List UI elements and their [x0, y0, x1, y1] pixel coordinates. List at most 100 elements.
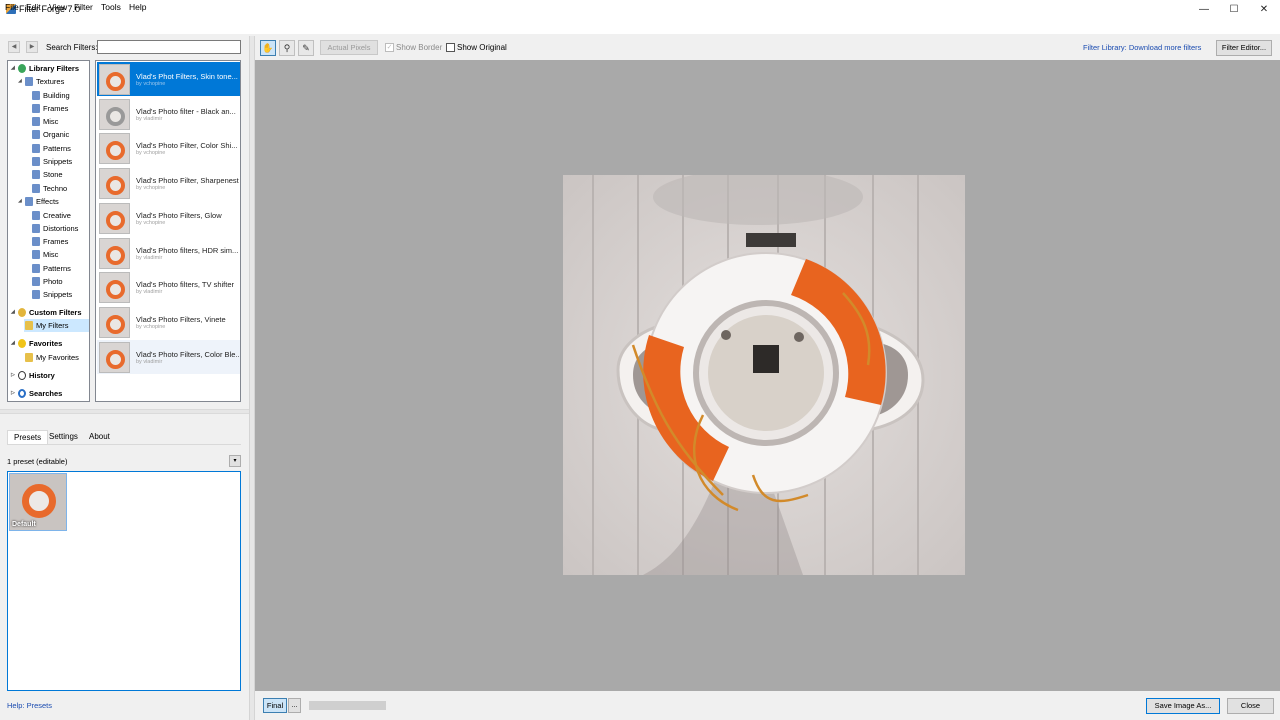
tab-about[interactable]: About: [83, 430, 116, 444]
filter-list-item[interactable]: Vlad's Photo Filter, Sharpenest by vchopi…: [97, 166, 240, 200]
tree-item[interactable]: Misc: [31, 115, 58, 128]
tree-favorites[interactable]: ◢ Favorites: [11, 337, 62, 350]
tree-item[interactable]: Techno: [31, 182, 67, 195]
minimize-button[interactable]: —: [1189, 0, 1219, 19]
search-label: Search Filters:: [46, 43, 98, 52]
tree-item[interactable]: Patterns: [31, 142, 71, 155]
filter-author: by vchopine: [136, 81, 166, 87]
filter-author: by vchopine: [136, 150, 166, 157]
filter-list-item[interactable]: Vlad's Photo Filters, Color Ble... by vla…: [97, 339, 240, 374]
library-icon: [18, 64, 26, 73]
show-border-label: Show Border: [396, 43, 443, 52]
final-button[interactable]: Final: [263, 698, 287, 713]
category-icon: [32, 90, 40, 100]
tree-custom-filters[interactable]: ◢ Custom Filters: [11, 306, 82, 319]
tree-item[interactable]: Frames: [31, 235, 68, 248]
preview-image[interactable]: [563, 175, 965, 575]
tree-history[interactable]: ▷ History: [11, 369, 55, 382]
hand-tool-button[interactable]: ✋: [260, 40, 276, 56]
filter-thumbnail: [99, 98, 130, 130]
menu-tools[interactable]: Tools: [101, 2, 121, 12]
close-button[interactable]: Close: [1227, 698, 1274, 714]
folder-icon: [25, 77, 33, 86]
tree-item[interactable]: Patterns: [31, 262, 71, 275]
star-icon: [18, 339, 26, 348]
filter-thumbnail: [99, 306, 130, 338]
filter-list-item[interactable]: Vlad's Photo Filters, Vinete by vchopine: [97, 305, 240, 339]
tab-presets[interactable]: Presets: [7, 430, 49, 444]
close-window-button[interactable]: ✕: [1249, 0, 1279, 19]
menu-file[interactable]: File: [5, 2, 19, 12]
tree-item[interactable]: Building: [31, 89, 70, 102]
tab-settings[interactable]: Settings: [43, 430, 84, 444]
filter-author: by vladimir: [136, 289, 163, 296]
tree-item[interactable]: Creative: [31, 209, 71, 222]
filter-list-item[interactable]: Vlad's Photo filters, TV shifter by vladi…: [97, 270, 240, 304]
preset-options-button[interactable]: ▾: [229, 455, 241, 467]
tree-my-filters[interactable]: My Filters: [24, 319, 89, 332]
category-icon: [32, 143, 40, 153]
eyedropper-icon: ✎: [302, 43, 310, 53]
filter-list[interactable]: Vlad's Phot Filters, Skin tone... by vcho…: [95, 60, 241, 402]
menu-help[interactable]: Help: [129, 2, 146, 12]
filter-name: Vlad's Photo Filters, Color Ble...: [136, 349, 240, 359]
filter-list-item[interactable]: Vlad's Photo Filters, Glow by vchopine: [97, 201, 240, 235]
back-button[interactable]: ◀: [8, 41, 20, 53]
show-original-label: Show Original: [457, 43, 507, 52]
tree-searches[interactable]: ▷ Searches: [11, 387, 62, 400]
lifebuoy-thumbnail: [106, 176, 125, 196]
filter-author: by vchopine: [136, 185, 166, 192]
filter-author: by vladimir: [136, 254, 163, 261]
zoom-tool-button[interactable]: ⚲: [279, 40, 295, 56]
tree-item[interactable]: Photo: [31, 275, 63, 288]
tree-textures[interactable]: ◢ Textures: [18, 75, 64, 88]
tree-item[interactable]: Stone: [31, 168, 63, 181]
filter-name: Vlad's Photo Filters, Vinete: [136, 314, 226, 324]
filter-name: Vlad's Photo filters, HDR sim...: [136, 245, 239, 255]
tree-item[interactable]: Distortions: [31, 222, 78, 235]
more-options-button[interactable]: ...: [288, 698, 301, 713]
category-icon: [32, 170, 40, 180]
lifebuoy-thumbnail: [106, 280, 125, 300]
category-icon: [32, 183, 40, 193]
filter-thumbnail: [99, 272, 130, 304]
tree-item[interactable]: Snippets: [31, 288, 72, 301]
actual-pixels-button[interactable]: Actual Pixels: [320, 40, 378, 55]
tree-item[interactable]: Organic: [31, 128, 69, 141]
filter-editor-button[interactable]: Filter Editor...: [1216, 40, 1272, 56]
category-icon: [32, 223, 40, 233]
search-input[interactable]: [97, 40, 241, 54]
filter-name: Vlad's Phot Filters, Skin tone...: [136, 72, 238, 81]
clock-icon: [18, 371, 26, 380]
category-tree[interactable]: ◢ Library Filters ◢ Textures Building Frame…: [7, 60, 90, 402]
forward-button[interactable]: ▶: [26, 41, 38, 53]
filter-thumbnail: [99, 341, 130, 373]
category-icon: [32, 157, 40, 166]
tree-effects[interactable]: ◢ Effects: [18, 195, 59, 208]
help-link[interactable]: Help: Presets: [7, 701, 52, 710]
menu-filter[interactable]: Filter: [74, 2, 93, 12]
filter-list-item[interactable]: Vlad's Photo filter - Black an... by vlad…: [97, 97, 240, 131]
filter-author: by vladimir: [136, 358, 163, 365]
menu-view[interactable]: View: [49, 2, 67, 12]
tree-item[interactable]: Misc: [31, 248, 58, 261]
tree-item[interactable]: Frames: [31, 102, 68, 115]
save-image-as-button[interactable]: Save Image As...: [1146, 698, 1220, 714]
tree-item[interactable]: Snippets: [31, 155, 72, 168]
filter-list-item[interactable]: Vlad's Photo Filter, Color Shi... by vcho…: [97, 131, 240, 165]
filter-list-item[interactable]: Vlad's Phot Filters, Skin tone... by vcho…: [97, 62, 240, 96]
show-original-checkbox[interactable]: [446, 43, 455, 52]
eyedropper-tool-button[interactable]: ✎: [298, 40, 314, 56]
tree-my-favorites[interactable]: My Favorites: [24, 351, 79, 364]
filter-library-link[interactable]: Filter Library: Download more filters: [1083, 43, 1201, 52]
horizontal-splitter[interactable]: [0, 409, 249, 414]
filter-list-item[interactable]: Vlad's Photo filters, HDR sim... by vladi…: [97, 236, 240, 270]
show-border-checkbox[interactable]: ✓: [385, 43, 394, 52]
tree-library-filters[interactable]: ◢ Library Filters: [11, 62, 79, 75]
search-icon: [18, 389, 26, 398]
title-bar: [0, 0, 1280, 19]
menu-edit[interactable]: Edit: [26, 2, 41, 12]
category-icon: [32, 130, 40, 140]
filter-name: Vlad's Photo Filter, Sharpenest: [136, 176, 239, 186]
maximize-button[interactable]: ☐: [1219, 0, 1249, 19]
